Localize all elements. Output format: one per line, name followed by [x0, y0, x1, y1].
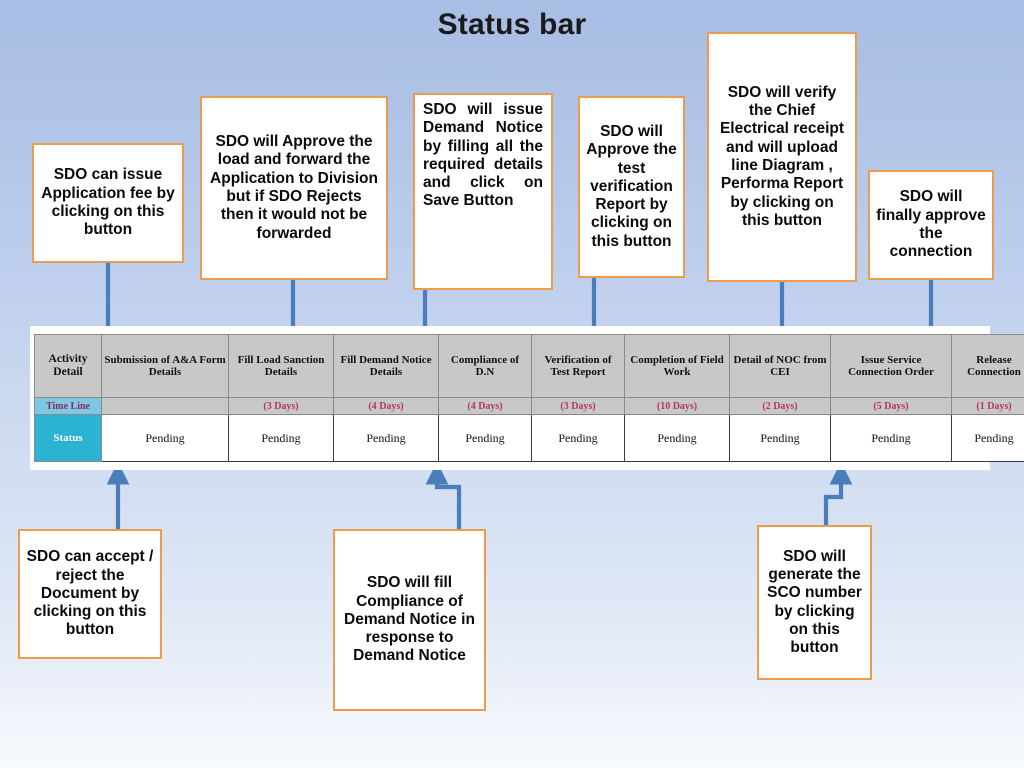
page-title: Status bar	[437, 8, 587, 41]
timeline-col-1	[101, 397, 229, 415]
table-timeline-row: Time Line (3 Days) (4 Days) (4 Days) (3 …	[34, 397, 1024, 415]
callout-accept-reject-doc-text: SDO can accept / reject the Document by …	[26, 548, 154, 639]
callout-issue-demand-notice-text: SDO will issue Demand Notice by filling …	[423, 101, 543, 210]
timeline-col-7: (2 Days)	[729, 397, 831, 415]
table-status-row: Status Pending Pending Pending Pending P…	[34, 414, 1024, 462]
callout-application-fee-text: SDO can issue Application fee by clickin…	[41, 166, 175, 239]
callout-fill-compliance-dn-text: SDO will fill Compliance of Demand Notic…	[344, 574, 475, 665]
callout-fill-compliance-dn: SDO will fill Compliance of Demand Notic…	[333, 529, 486, 711]
status-col-4[interactable]: Pending	[438, 414, 532, 462]
callout-generate-sco: SDO will generate the SCO number by clic…	[757, 525, 872, 680]
callout-issue-demand-notice: SDO will issue Demand Notice by filling …	[413, 93, 553, 290]
row-label-timeline: Time Line	[34, 397, 102, 415]
connector-fill-compliance	[425, 461, 462, 530]
timeline-col-9: (1 Days)	[951, 397, 1024, 415]
callout-approve-load: SDO will Approve the load and forward th…	[200, 96, 388, 280]
header-col-6: Completion of Field Work	[624, 334, 730, 398]
timeline-col-5: (3 Days)	[531, 397, 625, 415]
header-col-1: Submission of A&A Form Details	[101, 334, 229, 398]
status-table: Activity Detail Submission of A&A Form D…	[34, 334, 1024, 462]
header-col-8: Issue Service Connection Order	[830, 334, 952, 398]
callout-approve-load-text: SDO will Approve the load and forward th…	[210, 133, 378, 242]
table-header-row: Activity Detail Submission of A&A Form D…	[34, 334, 1024, 398]
timeline-col-6: (10 Days)	[624, 397, 730, 415]
status-col-8[interactable]: Pending	[830, 414, 952, 462]
timeline-col-3: (4 Days)	[333, 397, 439, 415]
callout-final-approve-text: SDO will finally approve the connection	[876, 188, 986, 261]
header-col-2: Fill Load Sanction Details	[228, 334, 334, 398]
status-col-6[interactable]: Pending	[624, 414, 730, 462]
timeline-col-4: (4 Days)	[438, 397, 532, 415]
connector-generate-sco	[823, 461, 853, 526]
callout-approve-test-report-text: SDO will Approve the test verification R…	[586, 123, 677, 250]
status-col-5[interactable]: Pending	[531, 414, 625, 462]
timeline-col-2: (3 Days)	[228, 397, 334, 415]
callout-accept-reject-doc: SDO can accept / reject the Document by …	[18, 529, 162, 659]
status-col-9[interactable]: Pending	[951, 414, 1024, 462]
header-col-3: Fill Demand Notice Details	[333, 334, 439, 398]
callout-approve-test-report: SDO will Approve the test verification R…	[578, 96, 685, 278]
header-col-7: Detail of NOC from CEI	[729, 334, 831, 398]
status-table-container: Activity Detail Submission of A&A Form D…	[30, 326, 1024, 470]
row-label-activity: Activity Detail	[34, 334, 102, 398]
header-col-5: Verification of Test Report	[531, 334, 625, 398]
row-label-status: Status	[34, 414, 102, 462]
status-col-1[interactable]: Pending	[101, 414, 229, 462]
slide-canvas: Status bar Activity Detail Submission of…	[0, 0, 1024, 768]
status-col-2[interactable]: Pending	[228, 414, 334, 462]
callout-final-approve: SDO will finally approve the connection	[868, 170, 994, 280]
callout-application-fee: SDO can issue Application fee by clickin…	[32, 143, 184, 263]
status-col-3[interactable]: Pending	[333, 414, 439, 462]
header-col-9: Release Connection	[951, 334, 1024, 398]
status-col-7[interactable]: Pending	[729, 414, 831, 462]
timeline-col-8: (5 Days)	[830, 397, 952, 415]
callout-verify-cei-text: SDO will verify the Chief Electrical rec…	[719, 83, 845, 229]
header-col-4: Compliance of D.N	[438, 334, 532, 398]
callout-generate-sco-text: SDO will generate the SCO number by clic…	[767, 547, 862, 657]
callout-verify-cei: SDO will verify the Chief Electrical rec…	[707, 32, 857, 282]
